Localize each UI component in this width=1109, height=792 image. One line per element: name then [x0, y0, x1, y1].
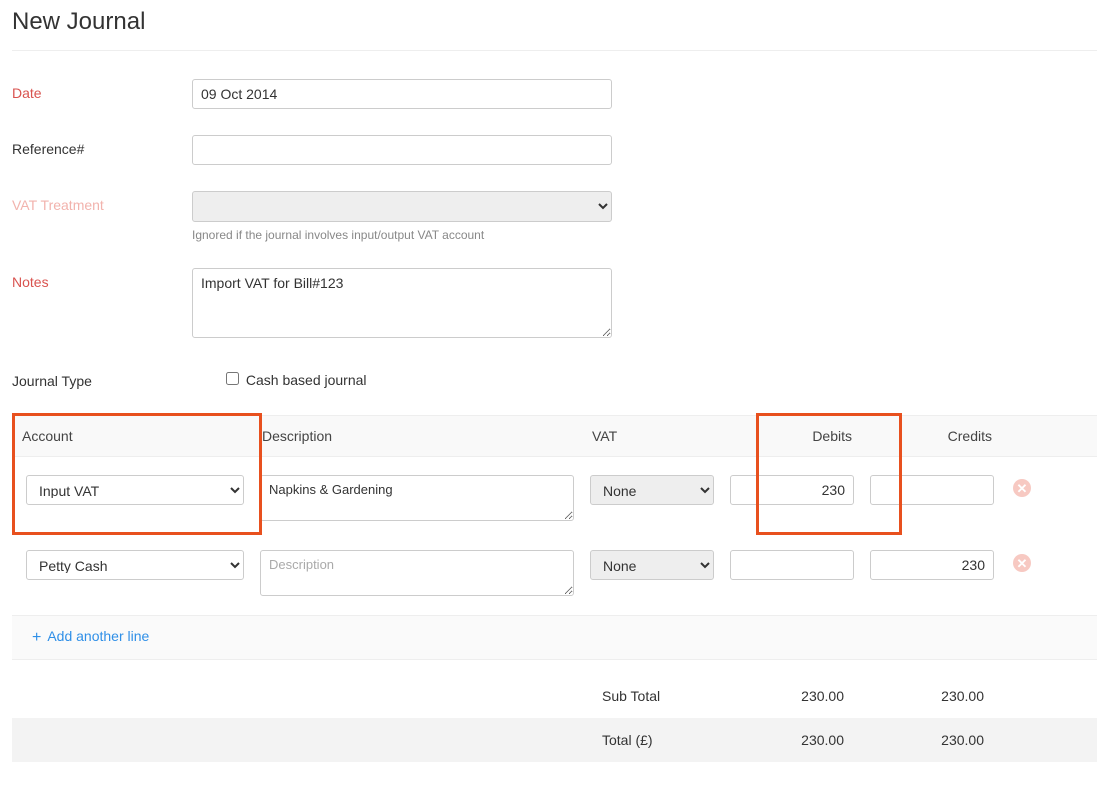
date-row: Date — [12, 79, 1097, 109]
notes-row: Notes Import VAT for Bill#123 — [12, 268, 1097, 341]
total-row: Total (£) 230.00 230.00 — [12, 718, 1097, 762]
plus-icon: + — [32, 629, 41, 646]
journal-table: Account Description VAT Debits Credits I… — [12, 415, 1097, 607]
row1-credit-input[interactable] — [870, 475, 994, 505]
row2-description-input[interactable] — [260, 550, 574, 596]
add-line-row: + Add another line — [12, 615, 1097, 660]
total-label: Total (£) — [582, 732, 722, 748]
vat-treatment-label: VAT Treatment — [12, 191, 192, 213]
reference-row: Reference# — [12, 135, 1097, 165]
row2-debit-input[interactable] — [730, 550, 854, 580]
vat-treatment-row: VAT Treatment Ignored if the journal inv… — [12, 191, 1097, 242]
subtotal-credit: 230.00 — [862, 688, 1002, 704]
journal-type-label: Journal Type — [12, 367, 192, 389]
reference-label: Reference# — [12, 135, 192, 157]
add-line-link[interactable]: + Add another line — [32, 628, 149, 644]
cash-based-checkbox-label[interactable]: Cash based journal — [222, 372, 367, 388]
vat-treatment-help: Ignored if the journal involves input/ou… — [192, 228, 612, 242]
totals-block: Sub Total 230.00 230.00 Total (£) 230.00… — [12, 674, 1097, 762]
col-header-description: Description — [252, 416, 582, 456]
page-title: New Journal — [12, 0, 1097, 51]
notes-label: Notes — [12, 268, 192, 290]
cash-based-text: Cash based journal — [246, 372, 367, 388]
row2-vat-select[interactable]: None — [590, 550, 714, 580]
row2-credit-input[interactable] — [870, 550, 994, 580]
total-debit: 230.00 — [722, 732, 862, 748]
journal-type-row: Journal Type Cash based journal — [12, 367, 1097, 389]
notes-textarea[interactable]: Import VAT for Bill#123 — [192, 268, 612, 338]
row1-vat-select[interactable]: None — [590, 475, 714, 505]
subtotal-row: Sub Total 230.00 230.00 — [12, 674, 1097, 718]
table-header: Account Description VAT Debits Credits — [12, 415, 1097, 457]
row2-account-select[interactable]: Petty Cash — [26, 550, 244, 580]
subtotal-debit: 230.00 — [722, 688, 862, 704]
col-header-account: Account — [12, 416, 252, 456]
table-row: Petty Cash None ✕ — [12, 532, 1097, 607]
row1-debit-input[interactable] — [730, 475, 854, 505]
row1-delete-icon[interactable]: ✕ — [1013, 479, 1031, 497]
col-header-vat: VAT — [582, 416, 722, 456]
cash-based-checkbox[interactable] — [226, 372, 239, 385]
col-header-debits: Debits — [722, 416, 862, 456]
date-label: Date — [12, 79, 192, 101]
add-line-text: Add another line — [47, 628, 149, 644]
reference-input[interactable] — [192, 135, 612, 165]
col-header-credits: Credits — [862, 416, 1002, 456]
table-row: Input VAT Napkins & Gardening None ✕ — [12, 457, 1097, 532]
total-credit: 230.00 — [862, 732, 1002, 748]
row1-account-select[interactable]: Input VAT — [26, 475, 244, 505]
row2-delete-icon[interactable]: ✕ — [1013, 554, 1031, 572]
row1-description-input[interactable]: Napkins & Gardening — [260, 475, 574, 521]
subtotal-label: Sub Total — [582, 688, 722, 704]
vat-treatment-select[interactable] — [192, 191, 612, 222]
date-input[interactable] — [192, 79, 612, 109]
